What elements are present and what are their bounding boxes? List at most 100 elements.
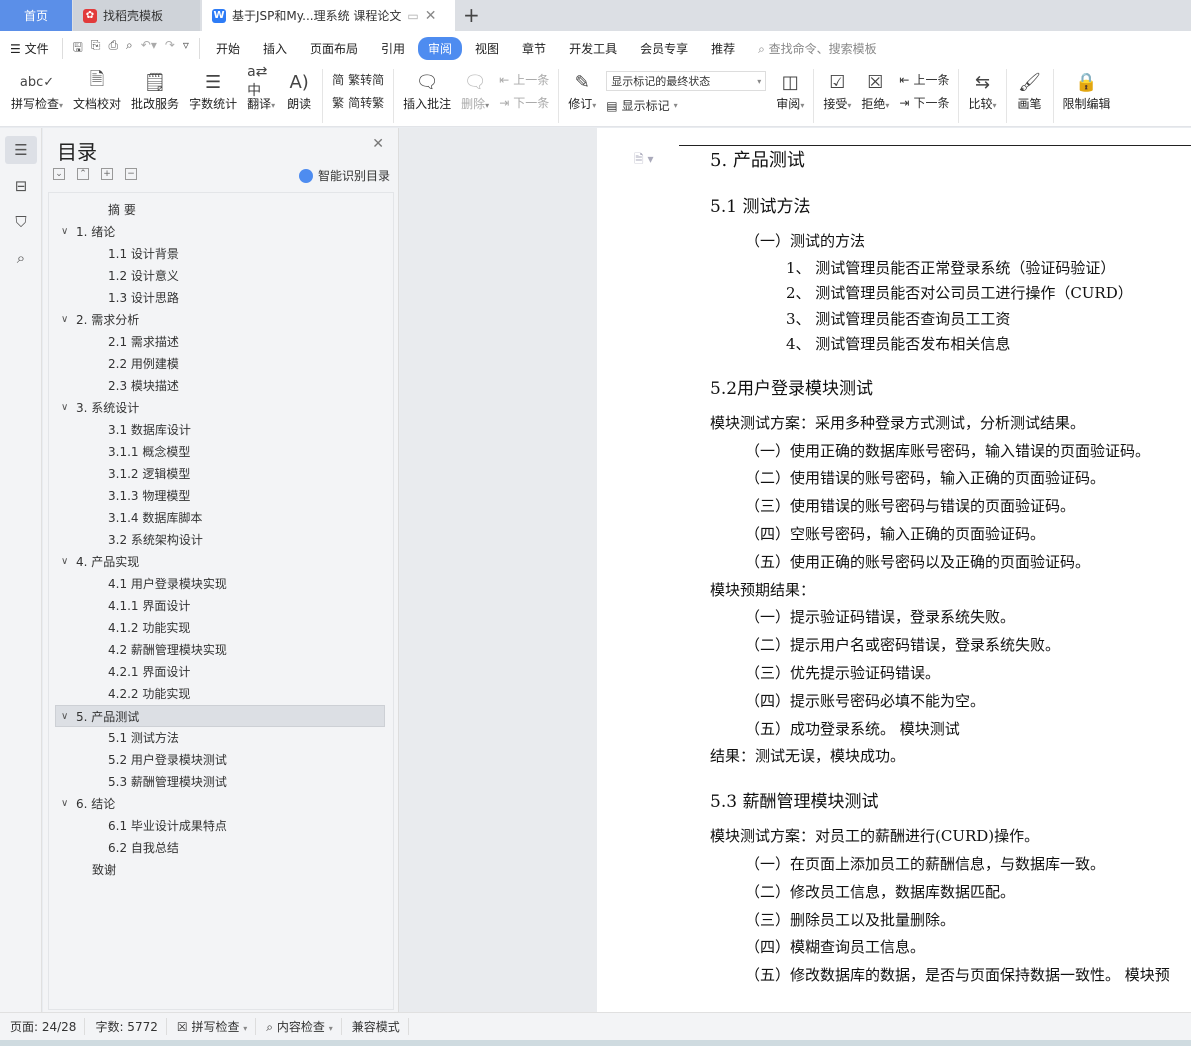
menu-tab[interactable]: 审阅 (418, 36, 463, 60)
toc-item[interactable]: 3.2 系统架构设计 (49, 529, 379, 551)
menu-tab[interactable]: 开发工具 (559, 37, 627, 60)
smart-toc-button[interactable]: 智能识别目录 (298, 167, 390, 184)
print-icon[interactable]: ⎙ (108, 38, 118, 59)
bookmark-icon[interactable]: ⛉ (5, 208, 37, 236)
toc-item[interactable]: 摘 要 (49, 199, 379, 221)
reject-button[interactable]: ☒ 拒绝▾ (856, 65, 894, 112)
prev-change-button[interactable]: ⇤ 上一条 (899, 71, 949, 88)
tab-template[interactable]: ✿ 找稻壳模板 (73, 0, 200, 31)
next-change-button[interactable]: ⇥ 下一条 (899, 94, 949, 111)
chevron-down-icon[interactable]: ∨ (61, 397, 68, 419)
toc-item[interactable]: ∨ 4. 产品实现 (49, 551, 379, 573)
chevron-down-icon[interactable]: ∨ (61, 793, 68, 815)
toc-item[interactable]: 2.1 需求描述 (49, 331, 379, 353)
markup-state-select[interactable]: 显示标记的最终状态 ▾ (606, 71, 767, 91)
screen-icon[interactable]: ▭ (407, 9, 418, 23)
toc-item[interactable]: 5.1 测试方法 (49, 727, 379, 749)
menu-tab[interactable]: 页面布局 (300, 37, 368, 60)
more-icon[interactable]: ▿ (183, 38, 189, 59)
document-body[interactable]: 5. 产品测试 5.1 测试方法 （一）测试的方法 1、 测试管理员能否正常登录系统（… (710, 146, 1191, 990)
command-search[interactable]: ⌕ 查找命令、搜索模板 (758, 40, 877, 57)
menu-tab[interactable]: 开始 (206, 37, 250, 60)
chevron-down-icon[interactable]: ∨ (61, 551, 68, 573)
accept-button[interactable]: ☑ 接受▾ (818, 65, 856, 112)
undo-icon[interactable]: ↶▾ (141, 38, 157, 59)
export-icon[interactable]: ⎘ (91, 38, 101, 59)
prev-comment-button[interactable]: ⇤ 上一条 (499, 71, 549, 88)
document-page[interactable]: 🗎 ▾ 5. 产品测试 5.1 测试方法 （一）测试的方法 1、 测试管理员能否正常登… (597, 128, 1191, 1012)
restrict-editing-button[interactable]: 🔒 限制编辑 (1058, 65, 1116, 112)
close-icon[interactable]: ✕ (372, 136, 384, 152)
menu-tab[interactable]: 引用 (371, 37, 415, 60)
spell-check-button[interactable]: abc✓ 拼写检查▾ (6, 65, 68, 112)
chevron-down-icon[interactable]: ∨ (61, 706, 68, 728)
chevron-up-icon[interactable]: ⌃ (77, 168, 89, 180)
toc-item[interactable]: 2.2 用例建模 (49, 353, 379, 375)
preview-icon[interactable]: ⌕ (126, 38, 133, 59)
toc-item[interactable]: ∨ 1. 绪论 (49, 221, 379, 243)
file-menu[interactable]: ☰ 文件 (0, 37, 59, 60)
save-icon[interactable]: 🖫 (73, 38, 83, 59)
menu-tab[interactable]: 会员专享 (630, 37, 698, 60)
word-count-button[interactable]: ☰ 字数统计 (184, 65, 242, 112)
search-icon[interactable]: ⌕ (5, 244, 37, 272)
new-tab-button[interactable]: + (463, 3, 480, 27)
show-markup-button[interactable]: ▤ 显示标记 ▾ (606, 97, 766, 114)
tab-home[interactable]: 首页 (0, 0, 72, 31)
toc-item[interactable]: 1.2 设计意义 (49, 265, 379, 287)
toc-item[interactable]: 4.2.2 功能实现 (49, 683, 379, 705)
word-count[interactable]: 字数: 5772 (95, 1018, 167, 1035)
toc-item[interactable]: ∨ 5. 产品测试 (55, 705, 385, 727)
toc-item[interactable]: 6.2 自我总结 (49, 837, 379, 859)
read-aloud-button[interactable]: A) 朗读 (280, 65, 318, 112)
expand-icon[interactable]: + (101, 168, 113, 180)
close-tab-icon[interactable]: ✕ (425, 8, 437, 24)
toc-item[interactable]: ∨ 2. 需求分析 (49, 309, 379, 331)
tab-document[interactable]: W 基于JSP和My...理系统 课程论文 ▭ ✕ (202, 0, 455, 31)
review-pane-button[interactable]: ◫ 审阅▾ (771, 65, 809, 112)
toc-item[interactable]: 致谢 (49, 859, 379, 881)
menu-tab[interactable]: 视图 (465, 37, 509, 60)
collapse-icon[interactable]: − (125, 168, 137, 180)
page-count[interactable]: 页面: 24/28 (10, 1018, 86, 1035)
insert-comment-button[interactable]: 🗨 插入批注 (398, 65, 456, 112)
toc-item[interactable]: 5.2 用户登录模块测试 (49, 749, 379, 771)
compare-button[interactable]: ⇆ 比较▾ (963, 65, 1001, 112)
toc-item[interactable]: 3.1 数据库设计 (49, 419, 379, 441)
status-spell-check[interactable]: ☒ 拼写检查 ▾ (177, 1018, 257, 1035)
next-comment-button[interactable]: ⇥ 下一条 (499, 94, 549, 111)
menu-tab[interactable]: 推荐 (701, 37, 745, 60)
chevron-down-icon[interactable]: ⌄ (53, 168, 65, 180)
toc-item[interactable]: 4.1 用户登录模块实现 (49, 573, 379, 595)
toc-item[interactable]: 1.3 设计思路 (49, 287, 379, 309)
toc-item[interactable]: 4.2.1 界面设计 (49, 661, 379, 683)
toc-item[interactable]: 6.1 毕业设计成果特点 (49, 815, 379, 837)
translate-button[interactable]: a⇄中 翻译▾ (242, 64, 280, 112)
toc-item[interactable]: 3.1.2 逻辑模型 (49, 463, 379, 485)
track-changes-button[interactable]: ✎ 修订▾ (563, 65, 601, 112)
toc-item[interactable]: 4.1.2 功能实现 (49, 617, 379, 639)
toc-item[interactable]: ∨ 3. 系统设计 (49, 397, 379, 419)
toc-item[interactable]: 4.1.1 界面设计 (49, 595, 379, 617)
toc-item[interactable]: ∨ 6. 结论 (49, 793, 379, 815)
pen-button[interactable]: 🖌 画笔 (1011, 65, 1049, 112)
toc-item[interactable]: 4.2 薪酬管理模块实现 (49, 639, 379, 661)
delete-comment-button[interactable]: 🗨 删除▾ (456, 65, 494, 112)
chevron-down-icon[interactable]: ∨ (61, 221, 68, 243)
page-icon[interactable]: 🗎 ▾ (634, 150, 654, 171)
toc-item[interactable]: 1.1 设计背景 (49, 243, 379, 265)
toc-item[interactable]: 2.3 模块描述 (49, 375, 379, 397)
menu-tab[interactable]: 章节 (512, 37, 556, 60)
status-content-check[interactable]: ⌕ 内容检查 ▾ (266, 1018, 342, 1035)
chevron-down-icon[interactable]: ∨ (61, 309, 68, 331)
toc-item[interactable]: 3.1.3 物理模型 (49, 485, 379, 507)
toc-item[interactable]: 3.1.1 概念模型 (49, 441, 379, 463)
toc-item[interactable]: 3.1.4 数据库脚本 (49, 507, 379, 529)
toc-icon[interactable]: ☰ (5, 136, 37, 164)
trad-to-simp-button[interactable]: 简繁转简 (332, 71, 384, 88)
toc-item[interactable]: 5.3 薪酬管理模块测试 (49, 771, 379, 793)
redo-icon[interactable]: ↷ (165, 38, 175, 59)
outline-icon[interactable]: ⊟ (5, 172, 37, 200)
menu-tab[interactable]: 插入 (253, 37, 297, 60)
simp-to-trad-button[interactable]: 繁简转繁 (332, 94, 384, 111)
